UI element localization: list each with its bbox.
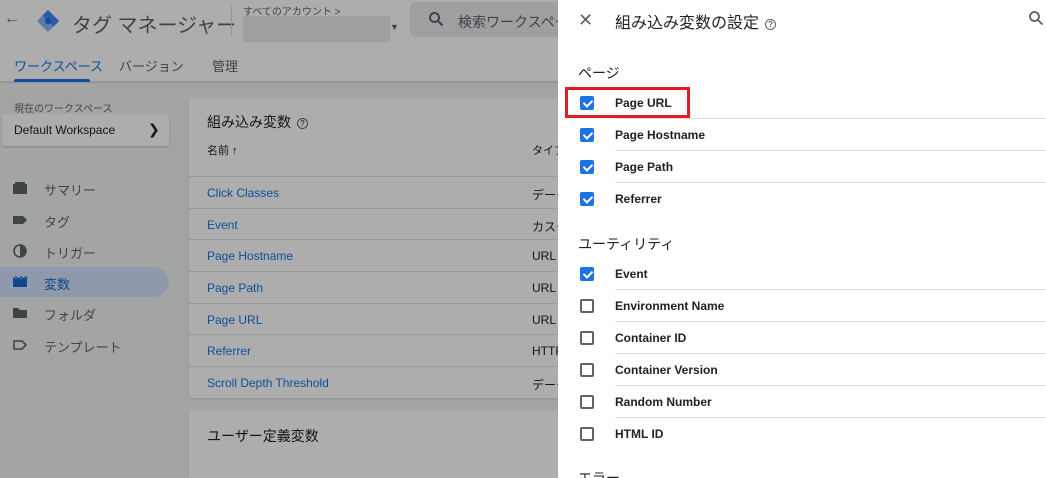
checkbox-label: Environment Name [615,299,725,313]
checkbox-item-container-version[interactable]: Container Version [558,354,1046,386]
section-title-errors: エラー [578,470,620,478]
modal-scrim[interactable] [0,0,558,478]
checkbox[interactable] [580,160,594,174]
checkbox-label: Page Hostname [615,128,706,142]
help-icon[interactable]: ? [765,19,777,30]
checkbox-label: Event [615,267,648,281]
checkbox-label: Container Version [615,363,718,377]
checkbox[interactable] [580,267,594,281]
checkbox[interactable] [580,128,594,142]
builtin-variables-config-panel: ✕ 組み込み変数の設定? ページ Page URL Page Hostname … [558,0,1046,478]
checkbox-label: Page Path [615,160,674,174]
checkbox[interactable] [580,331,594,345]
checkbox[interactable] [580,363,594,377]
checkbox-item-container-id[interactable]: Container ID [558,322,1046,354]
checkbox-item-random-number[interactable]: Random Number [558,386,1046,418]
checkbox[interactable] [580,299,594,313]
close-icon[interactable]: ✕ [578,10,593,31]
checkbox-label: Container ID [615,331,687,345]
checkbox-label: HTML ID [615,427,664,441]
panel-title: 組み込み変数の設定? [615,9,777,33]
checkbox-item-page-hostname[interactable]: Page Hostname [558,119,1046,151]
search-icon[interactable] [1028,10,1044,26]
section-title-page: ページ [578,65,620,81]
checkbox-item-environment-name[interactable]: Environment Name [558,290,1046,322]
checkbox-item-html-id[interactable]: HTML ID [558,418,1046,450]
checkbox-item-referrer[interactable]: Referrer [558,183,1046,215]
highlight-annotation-box [565,87,690,118]
checkbox-item-event[interactable]: Event [558,258,1046,290]
checkbox[interactable] [580,192,594,206]
checkbox[interactable] [580,427,594,441]
checkbox-label: Random Number [615,395,712,409]
checkbox[interactable] [580,395,594,409]
checkbox-label: Referrer [615,192,662,206]
section-title-utilities: ユーティリティ [578,236,675,252]
checkbox-item-page-path[interactable]: Page Path [558,151,1046,183]
